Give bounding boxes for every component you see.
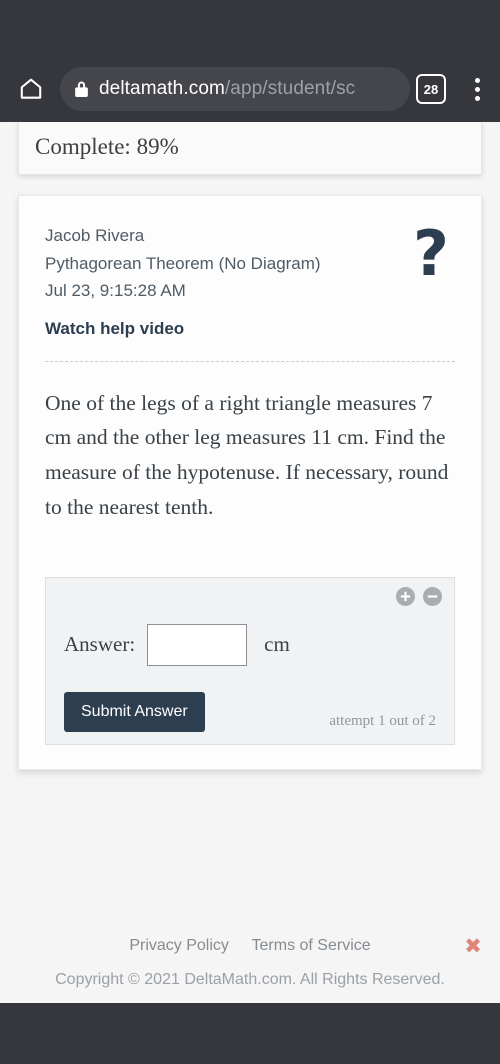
student-name: Jacob Rivera	[45, 226, 145, 245]
answer-row: Answer: cm	[64, 623, 436, 666]
terms-of-service-link[interactable]: Terms of Service	[252, 937, 371, 954]
menu-dot	[474, 86, 480, 92]
submit-answer-button[interactable]: Submit Answer	[64, 691, 205, 732]
problem-header: Jacob Rivera Pythagorean Theorem (No Dia…	[45, 222, 455, 339]
answer-label: Answer:	[64, 632, 136, 657]
question-mark-icon: ?	[413, 217, 449, 290]
url-text: deltamath.com/app/student/sc	[99, 78, 355, 100]
close-x-icon[interactable]: ✖	[462, 935, 484, 957]
menu-dot	[474, 95, 480, 101]
menu-dot	[474, 77, 480, 83]
minus-circle-icon[interactable]	[423, 586, 442, 606]
address-bar[interactable]: deltamath.com/app/student/sc	[60, 67, 410, 111]
tab-counter-button[interactable]: 28	[416, 74, 446, 104]
attempt-counter: attempt 1 out of 2	[329, 712, 436, 729]
browser-chrome: deltamath.com/app/student/sc 28	[0, 56, 500, 122]
font-size-controls	[396, 586, 442, 606]
phone-screen: deltamath.com/app/student/sc 28 Complete…	[0, 0, 500, 1064]
overflow-menu-icon[interactable]	[460, 67, 494, 111]
home-icon[interactable]	[8, 66, 54, 112]
page-content: Complete: 89% Jacob Rivera Pythagorean T…	[0, 122, 500, 1003]
android-nav-bar	[0, 1003, 500, 1064]
page-footer: ✖ Privacy Policy Terms of Service Copyri…	[0, 929, 500, 1003]
answer-unit-label: cm	[264, 632, 290, 657]
url-path: /app/student/sc	[224, 78, 356, 99]
submit-row: Submit Answer attempt 1 out of 2	[64, 691, 436, 732]
answer-panel: Answer: cm Submit Answer attempt 1 out o…	[45, 576, 455, 745]
progress-label: Complete: 89%	[35, 134, 179, 159]
plus-circle-icon[interactable]	[396, 586, 415, 606]
lock-icon	[74, 80, 89, 98]
privacy-policy-link[interactable]: Privacy Policy	[129, 937, 229, 954]
problem-meta: Jacob Rivera Pythagorean Theorem (No Dia…	[45, 222, 413, 339]
assignment-title: Pythagorean Theorem (No Diagram)	[45, 253, 321, 273]
problem-card: Jacob Rivera Pythagorean Theorem (No Dia…	[18, 195, 482, 770]
android-status-bar	[0, 0, 500, 56]
footer-links: Privacy Policy Terms of Service	[0, 929, 500, 955]
watch-help-video-link[interactable]: Watch help video	[45, 319, 184, 339]
timestamp: Jul 23, 9:15:28 AM	[45, 281, 186, 301]
progress-card: Complete: 89%	[18, 122, 482, 175]
copyright-text: Copyright © 2021 DeltaMath.com. All Righ…	[55, 971, 445, 988]
url-host: deltamath.com	[99, 78, 225, 99]
divider	[45, 360, 455, 362]
answer-input[interactable]	[147, 623, 248, 666]
question-text: One of the legs of a right triangle meas…	[45, 390, 449, 520]
